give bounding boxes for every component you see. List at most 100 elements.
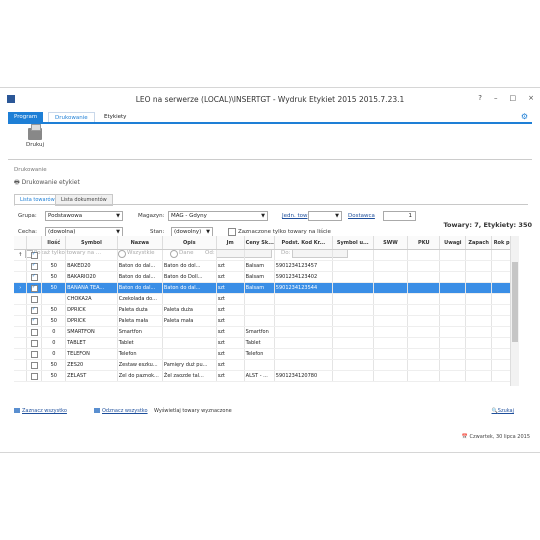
show-selected-link[interactable]: Wyświetlaj towary wyznaczone	[154, 408, 232, 414]
column-header[interactable]: Jm	[216, 236, 245, 250]
cell-symbol: DPRICK	[65, 304, 118, 316]
magazyn-select[interactable]: MAG - Gdyny ▼	[168, 211, 268, 221]
column-header[interactable]	[14, 236, 28, 250]
row-checkbox[interactable]	[26, 337, 43, 349]
vertical-scrollbar[interactable]	[510, 236, 519, 386]
grupa-select[interactable]: Podstawowa ▼	[45, 211, 123, 221]
unchecked-icon[interactable]	[30, 295, 38, 303]
search-link[interactable]: 🔍Szukaj	[492, 408, 514, 414]
deselect-all-link[interactable]: Odznacz wszystko	[94, 408, 148, 414]
row-checkbox[interactable]	[26, 348, 43, 360]
cell-ceny: Balsam	[244, 282, 275, 294]
cell-ilosc: 50	[41, 315, 67, 327]
column-header[interactable]: Symbol	[65, 236, 118, 250]
checked-icon[interactable]	[30, 317, 38, 325]
cell-ilosc: 0	[41, 326, 67, 338]
cell-ilosc: 50	[41, 271, 67, 283]
row-checkbox[interactable]	[26, 293, 43, 305]
column-header[interactable]	[26, 236, 43, 250]
table-row[interactable]: ›50BANANA TEA...Baton do dal...Baton do …	[14, 282, 518, 294]
table-row[interactable]: 50DPRICKPaleta małaPaleta małaszt	[14, 315, 518, 327]
column-header[interactable]: Zapach	[465, 236, 493, 250]
table-row[interactable]: 50BAKED20Baton do dal...Baton do dol...s…	[14, 260, 518, 272]
cell-ceny	[244, 304, 275, 316]
cell-ceny: Smartfon	[244, 326, 275, 338]
jednostka-link[interactable]: Jedn. tow	[282, 213, 308, 219]
help-button[interactable]: ?	[478, 94, 482, 102]
cell-nazwa: Baton do dal...	[117, 271, 163, 283]
zaznaczone-checkbox[interactable]	[228, 228, 236, 236]
cell-nazwa: Czekolada do...	[117, 293, 163, 305]
cell-empty	[332, 304, 374, 316]
column-header[interactable]: Ilość	[41, 236, 67, 250]
checked-icon[interactable]	[30, 284, 38, 292]
cell-opis	[162, 348, 217, 360]
table-row[interactable]: 0 TABLET Tablet szt Tablet	[14, 337, 518, 349]
gear-icon[interactable]: ⚙	[521, 112, 528, 121]
products-table: Ilość Symbol Nazwa Opis Jm Ceny Sk... Podst. K…	[14, 236, 518, 382]
column-header[interactable]: SWW	[373, 236, 409, 250]
ribbon-tabs: Program Drukowanie Etykiety	[8, 112, 532, 124]
row-checkbox[interactable]	[26, 326, 43, 338]
column-header[interactable]: Uwagi	[439, 236, 467, 250]
dostawca-link[interactable]: Dostawca	[348, 213, 375, 219]
column-header[interactable]: Symbol u...	[332, 236, 374, 250]
table-row[interactable]: 0 SMARTFON Smartfon szt Smartfon	[14, 326, 518, 338]
close-button[interactable]: ×	[528, 94, 534, 102]
print-button[interactable]: Drukuj	[20, 124, 50, 148]
cell-opis: Paleta duża	[162, 304, 217, 316]
cell-kod	[274, 249, 333, 261]
window-title: LEO na serwerze (LOCAL)\INSERTGT - Wydru…	[135, 95, 405, 104]
table-row[interactable]: 50 ZELAST Zel do paznok... Żel zaozde tal..…	[14, 370, 518, 382]
row-checkbox[interactable]	[26, 271, 43, 283]
column-header[interactable]: Podst. Kod Kr...	[274, 236, 333, 250]
cell-symbol: TELEFON	[65, 348, 118, 360]
table-row[interactable]: ↑	[14, 249, 518, 261]
cell-symbol: CHOKA2A	[65, 293, 118, 305]
unchecked-icon[interactable]	[30, 350, 38, 358]
table-row[interactable]: CHOKA2A Czekolada do... szt	[14, 293, 518, 305]
checked-icon[interactable]	[30, 262, 38, 270]
checked-icon[interactable]	[30, 306, 38, 314]
cell-empty	[439, 348, 467, 360]
dostawca-field[interactable]: 1	[383, 211, 416, 221]
cell-empty	[407, 326, 441, 338]
row-checkbox[interactable]	[26, 359, 43, 371]
minimize-button[interactable]: –	[494, 94, 498, 102]
row-checkbox[interactable]	[26, 260, 43, 272]
tab-program[interactable]: Program	[8, 112, 44, 122]
cell-empty	[373, 326, 409, 338]
printer-icon	[28, 124, 42, 140]
cell-ceny: Balsam	[244, 271, 275, 283]
row-checkbox[interactable]	[26, 304, 43, 316]
table-row[interactable]: 50 ZES20 Zestaw eszku... Pamięry duż pu... s…	[14, 359, 518, 371]
table-row[interactable]: 50BAKARIO20Baton do dal...Baton do Doll.…	[14, 271, 518, 283]
tab-etykiety[interactable]: Etykiety	[98, 112, 132, 122]
column-header[interactable]: Nazwa	[117, 236, 163, 250]
unchecked-icon[interactable]	[30, 361, 38, 369]
column-header[interactable]: Opis	[162, 236, 217, 250]
cell-empty	[465, 326, 493, 338]
checked-icon[interactable]	[30, 273, 38, 281]
row-checkbox[interactable]	[26, 315, 43, 327]
select-all-link[interactable]: Zaznacz wszystko	[14, 408, 67, 414]
unchecked-icon[interactable]	[30, 372, 38, 380]
row-checkbox[interactable]	[26, 249, 43, 261]
scrollbar-thumb[interactable]	[512, 262, 518, 342]
column-header[interactable]: Ceny Sk...	[244, 236, 275, 250]
checked-icon[interactable]	[30, 251, 38, 259]
cell-empty	[465, 271, 493, 283]
row-checkbox[interactable]	[26, 370, 43, 382]
tab-drukowanie[interactable]: Drukowanie	[48, 112, 95, 122]
unchecked-icon[interactable]	[30, 339, 38, 347]
table-row[interactable]: 0 TELEFON Telefon szt Telefon	[14, 348, 518, 360]
table-row[interactable]: 50DPRICKPaleta dużaPaleta dużaszt	[14, 304, 518, 316]
column-header[interactable]: PKU	[407, 236, 441, 250]
jednostka-select[interactable]: ▼	[308, 211, 342, 221]
row-checkbox[interactable]	[26, 282, 43, 294]
cell-opis: Baton do dol...	[162, 260, 217, 272]
maximize-button[interactable]: □	[510, 94, 517, 102]
cell-nazwa: Telefon	[117, 348, 163, 360]
stan-label: Stan:	[150, 229, 165, 235]
unchecked-icon[interactable]	[30, 328, 38, 336]
